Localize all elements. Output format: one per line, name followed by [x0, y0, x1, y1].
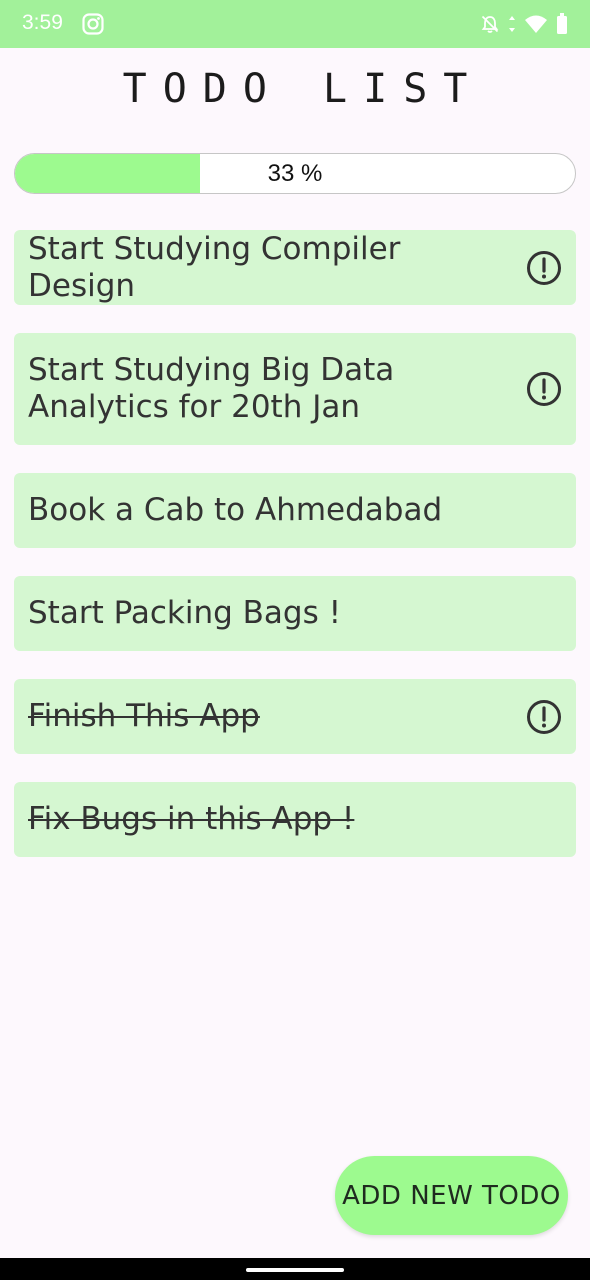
wifi-icon	[525, 15, 547, 33]
todo-text-completed: Fix Bugs in this App !	[28, 801, 355, 837]
todo-item[interactable]: Fix Bugs in this App !	[14, 782, 576, 857]
battery-icon	[557, 13, 567, 34]
todo-text: Start Studying Big Data Analytics for 20…	[28, 352, 395, 425]
important-icon[interactable]	[526, 699, 562, 735]
add-new-todo-button[interactable]: ADD NEW TODO	[335, 1156, 568, 1235]
todo-item[interactable]: Start Studying Big Data Analytics for 20…	[14, 333, 576, 445]
progress-bar: 33 %	[14, 153, 576, 194]
todo-item[interactable]: Start Studying Compiler Design	[14, 230, 576, 305]
todo-item[interactable]: Start Packing Bags !	[14, 576, 576, 651]
important-icon[interactable]	[526, 250, 562, 286]
data-arrows-icon	[509, 16, 515, 32]
todo-text: Start Packing Bags !	[28, 595, 342, 631]
todo-text: Start Studying Compiler Design	[28, 230, 401, 304]
important-icon[interactable]	[526, 371, 562, 407]
home-indicator[interactable]	[246, 1268, 344, 1272]
status-bar: 3:59	[0, 0, 590, 48]
todo-text: Book a Cab to Ahmedabad	[28, 492, 443, 528]
todo-item[interactable]: Book a Cab to Ahmedabad	[14, 473, 576, 548]
status-icons	[480, 13, 568, 35]
page-title: TODO LIST	[122, 66, 484, 112]
todo-list: Start Studying Compiler Design Start Stu…	[14, 230, 576, 885]
status-time: 3:59	[22, 11, 63, 34]
todo-text-completed: Finish This App	[28, 698, 260, 734]
bell-off-icon	[481, 15, 499, 33]
instagram-icon	[82, 13, 104, 35]
progress-label: 33 %	[267, 159, 323, 187]
todo-item[interactable]: Finish This App	[14, 679, 576, 754]
